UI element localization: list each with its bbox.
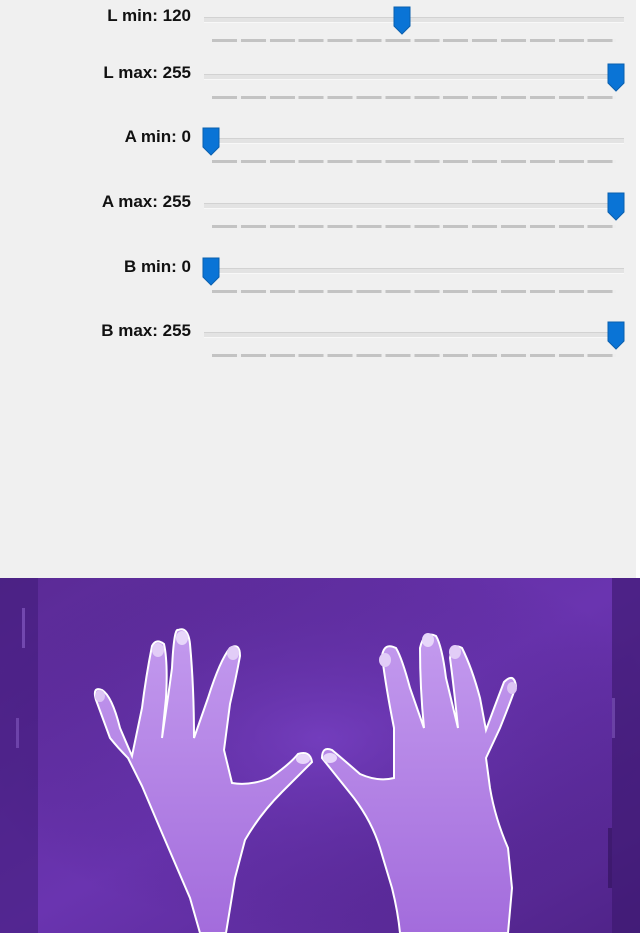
slider-track-l-max[interactable] xyxy=(204,74,624,80)
slider-row-l-min: L min: 120 xyxy=(0,0,640,42)
slider-track-a-max[interactable] xyxy=(204,203,624,209)
slider-ticks-l-min xyxy=(212,39,616,42)
slider-label-b-max: B max: 255 xyxy=(101,321,191,340)
image-preview xyxy=(0,578,640,933)
slider-ticks-b-max xyxy=(212,354,616,357)
hands-image xyxy=(0,578,640,933)
slider-row-l-max: L max: 255 xyxy=(0,57,640,99)
trackbar-panel: L min: 120 L max: 255 A min: 0 A max: 25… xyxy=(0,0,640,578)
slider-track-b-min[interactable] xyxy=(204,268,624,274)
slider-label-a-max: A max: 255 xyxy=(101,192,191,211)
slider-ticks-a-max xyxy=(212,225,616,228)
slider-row-b-max: B max: 255 xyxy=(0,315,640,357)
slider-ticks-a-min xyxy=(212,160,616,163)
slider-thumb-a-max[interactable] xyxy=(607,192,625,221)
slider-ticks-b-min xyxy=(212,290,616,293)
slider-label-l-max: L max: 255 xyxy=(103,63,191,82)
slider-track-a-min[interactable] xyxy=(204,138,624,144)
slider-thumb-l-min[interactable] xyxy=(393,6,411,35)
slider-track-b-max[interactable] xyxy=(204,332,624,338)
slider-row-a-max: A max: 255 xyxy=(0,186,640,228)
slider-row-b-min: B min: 0 xyxy=(0,251,640,293)
slider-thumb-a-min[interactable] xyxy=(202,127,220,156)
slider-thumb-b-min[interactable] xyxy=(202,257,220,286)
slider-ticks-l-max xyxy=(212,96,616,99)
slider-track-l-min[interactable] xyxy=(204,17,624,23)
slider-label-a-min: A min: 0 xyxy=(124,127,191,146)
slider-row-a-min: A min: 0 xyxy=(0,121,640,163)
slider-label-b-min: B min: 0 xyxy=(123,257,191,276)
slider-thumb-b-max[interactable] xyxy=(607,321,625,350)
slider-thumb-l-max[interactable] xyxy=(607,63,625,92)
slider-label-l-min: L min: 120 xyxy=(107,6,191,25)
